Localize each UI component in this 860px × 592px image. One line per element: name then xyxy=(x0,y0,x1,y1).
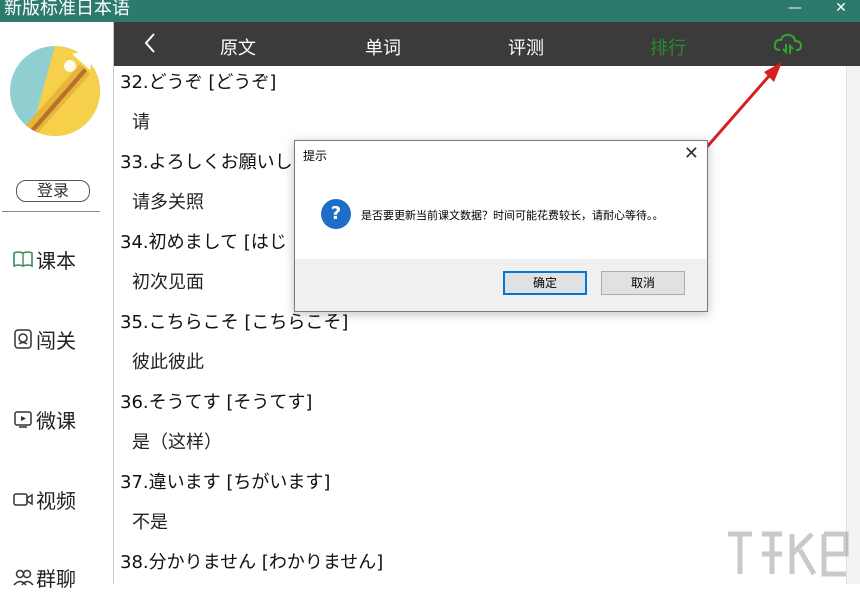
dialog-message: 是否要更新当前课文数据？时间可能花费较长，请耐心等待。。 xyxy=(361,209,664,222)
watermark-logo-icon xyxy=(728,531,849,577)
vocab-meaning: 请多关照 xyxy=(132,192,204,213)
vertical-scrollbar[interactable] xyxy=(846,66,860,584)
vocab-word[interactable]: 36.そうてす [そうてす] xyxy=(120,388,312,414)
sidebar-item-challenge[interactable]: 闯关 xyxy=(12,324,76,354)
vocab-word[interactable]: 32.どうぞ [どうぞ] xyxy=(120,68,276,94)
vocab-word[interactable]: 34.初めまして [はじ xyxy=(120,228,287,254)
sidebar-item-label: 群聊 xyxy=(36,566,76,591)
sidebar-item-textbook[interactable]: 课本 xyxy=(12,244,76,274)
vocab-word[interactable]: 37.違います [ちがいます] xyxy=(120,468,330,494)
sidebar-divider xyxy=(2,211,100,212)
video-icon xyxy=(13,493,33,506)
window-close-button[interactable]: ✕ xyxy=(826,0,856,20)
sidebar-item-label: 闯关 xyxy=(36,328,76,353)
sidebar-item-groupchat[interactable]: 群聊 xyxy=(12,562,76,592)
tab-evaluation[interactable]: 评测 xyxy=(508,34,544,60)
tab-ranking[interactable]: 排行 xyxy=(650,34,686,60)
vocab-word[interactable]: 38.分かりません [わかりません] xyxy=(120,548,383,574)
avatar-pencil-icon xyxy=(10,46,100,136)
question-icon: ? xyxy=(321,199,351,229)
dialog-close-button[interactable]: ✕ xyxy=(684,143,699,164)
vocab-word[interactable]: 33.よろしくお願いし xyxy=(120,148,293,174)
badge-icon xyxy=(14,329,32,349)
title-bar: 新版标准日本语 — ✕ xyxy=(0,0,860,22)
sidebar-item-label: 视频 xyxy=(36,488,76,513)
vocab-meaning: 请 xyxy=(132,112,150,133)
vocab-meaning: 彼此彼此 xyxy=(132,352,204,373)
avatar[interactable] xyxy=(10,46,100,136)
sidebar-item-label: 课本 xyxy=(36,248,76,273)
tab-vocabulary[interactable]: 单词 xyxy=(365,34,401,60)
sidebar-item-microlesson[interactable]: 微课 xyxy=(12,404,76,434)
cloud-sync-icon[interactable] xyxy=(772,30,804,58)
cancel-button[interactable]: 取消 xyxy=(601,271,685,295)
tab-original-text[interactable]: 原文 xyxy=(220,34,256,60)
sidebar: 登录 课本 闯关 微课 视频 群聊 xyxy=(0,22,114,591)
window-title: 新版标准日本语 xyxy=(4,0,130,19)
back-arrow-icon[interactable] xyxy=(140,28,160,58)
minimize-button[interactable]: — xyxy=(780,0,810,20)
vocab-meaning: 初次见面 xyxy=(132,272,204,293)
login-button[interactable]: 登录 xyxy=(16,180,90,202)
confirm-button[interactable]: 确定 xyxy=(503,271,587,295)
dialog-title: 提示 xyxy=(303,149,328,163)
update-prompt-dialog: 提示 ✕ ? 是否要更新当前课文数据？时间可能花费较长，请耐心等待。。 确定 取… xyxy=(294,140,708,312)
group-icon xyxy=(13,569,34,586)
vocab-meaning: 是（这样） xyxy=(132,432,222,453)
sidebar-item-video[interactable]: 视频 xyxy=(12,484,76,514)
sidebar-item-label: 微课 xyxy=(36,408,76,433)
book-icon xyxy=(13,251,33,268)
vocab-meaning: 不是 xyxy=(132,512,168,533)
play-icon xyxy=(14,411,32,428)
